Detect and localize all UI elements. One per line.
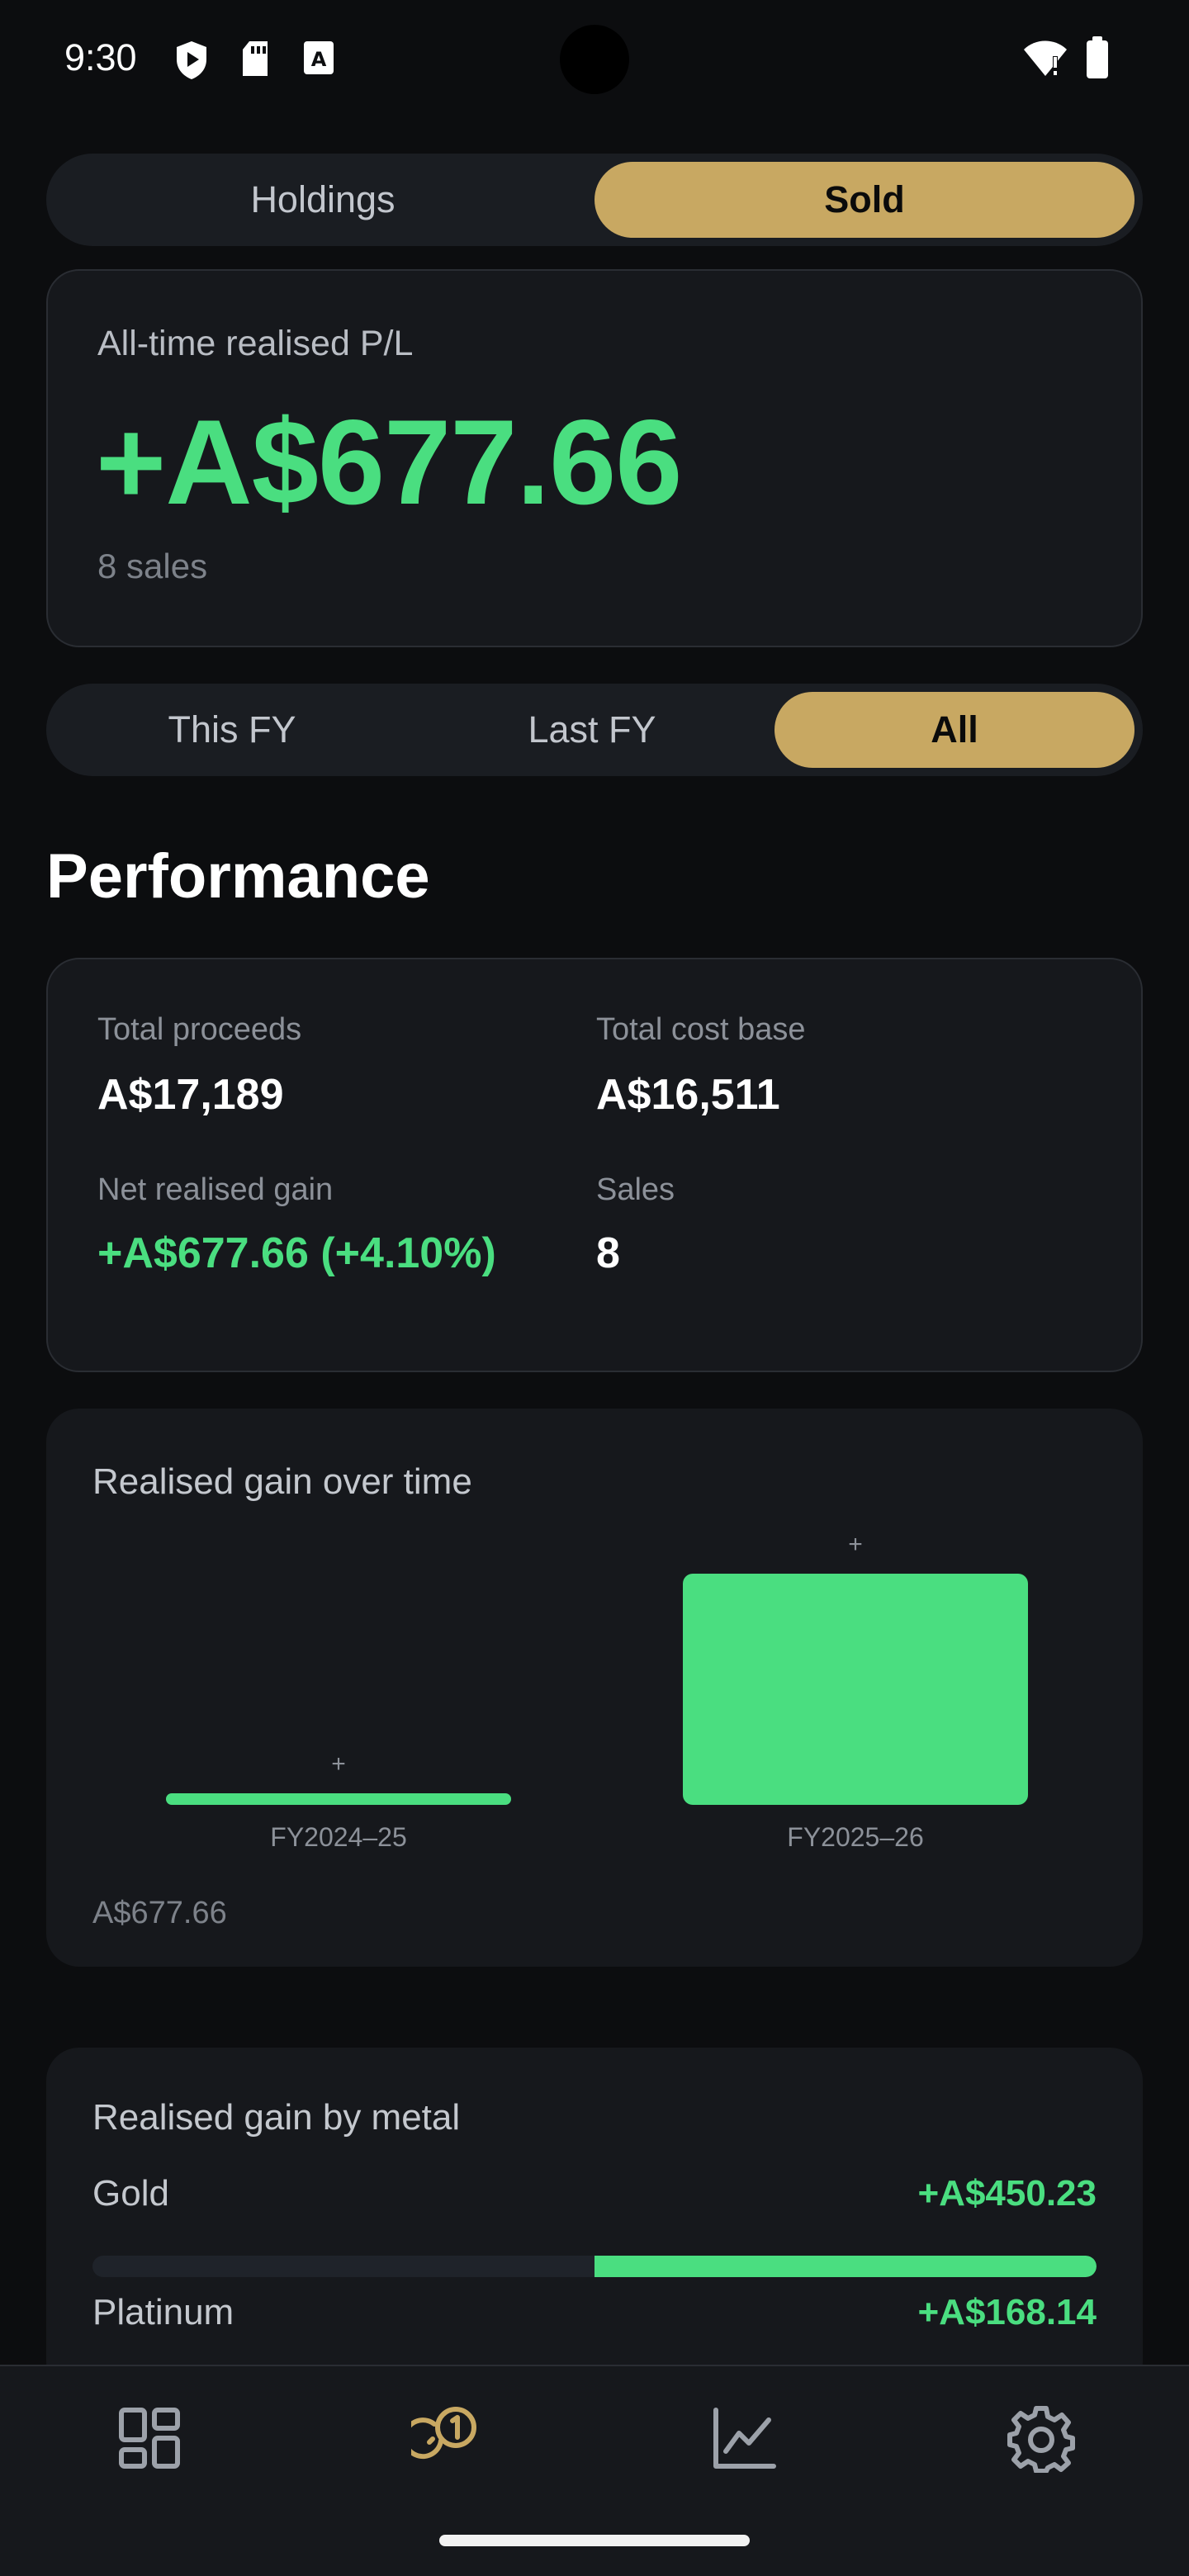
tab-this-fy[interactable]: This FY <box>54 692 410 768</box>
metal-platinum-name: Platinum <box>92 2292 234 2332</box>
period-toggle: This FY Last FY All <box>46 684 1143 776</box>
gain-by-metal-card: Realised gain by metal Gold +A$450.23 Pl… <box>46 2048 1143 2394</box>
net-realised-gain-label: Net realised gain <box>97 1172 334 1207</box>
realised-pl-value: +A$677.66 <box>96 395 682 529</box>
metal-card-title: Realised gain by metal <box>92 2097 461 2138</box>
metal-gold-bar <box>92 2256 1097 2277</box>
tab-all[interactable]: All <box>775 692 1135 768</box>
sd-card-icon <box>239 40 271 83</box>
status-time: 9:30 <box>64 36 137 78</box>
font-a-icon: A <box>302 40 335 80</box>
view-toggle: Holdings Sold <box>46 154 1143 246</box>
tab-holdings[interactable]: Holdings <box>54 162 591 238</box>
gain-tick-label-1: FY2025–26 <box>787 1822 923 1852</box>
shield-play-icon <box>173 40 210 85</box>
tab-last-fy[interactable]: Last FY <box>414 692 770 768</box>
tab-sold[interactable]: Sold <box>594 162 1135 238</box>
gain-bar-label-1: + <box>848 1531 863 1558</box>
net-realised-gain-value: +A$677.66 (+4.10%) <box>97 1229 496 1277</box>
realised-pl-card: All-time realised P/L +A$677.66 8 sales <box>46 269 1143 647</box>
camera-cutout <box>560 25 629 94</box>
total-cost-base-label: Total cost base <box>596 1012 806 1047</box>
gain-chart: + FY2024–25 + FY2025–26 <box>166 1531 1028 1852</box>
performance-title: Performance <box>46 841 430 912</box>
sold-screen: 9:30 A Holdings Sold All-time realised P… <box>0 0 1189 2576</box>
gain-bar-label-0: + <box>331 1750 346 1778</box>
home-indicator[interactable] <box>439 2535 750 2546</box>
total-proceeds-value: A$17,189 <box>97 1071 284 1119</box>
wifi-alert-icon <box>1022 38 1068 82</box>
gain-bar-0 <box>166 1793 511 1805</box>
realised-pl-label: All-time realised P/L <box>97 324 414 363</box>
metal-gold-name: Gold <box>92 2173 169 2214</box>
svg-text:A: A <box>311 48 327 71</box>
battery-icon <box>1085 36 1110 83</box>
settings-gear-icon[interactable] <box>996 2393 1087 2484</box>
dashboard-icon[interactable] <box>104 2393 195 2484</box>
gain-over-time-card: Realised gain over time + FY2024–25 + FY202… <box>46 1409 1143 1967</box>
sales-label: Sales <box>596 1172 675 1207</box>
gain-tick-label-0: FY2024–25 <box>270 1822 406 1852</box>
metal-platinum-value: +A$168.14 <box>917 2292 1097 2332</box>
metal-gold-fill <box>594 2256 1097 2277</box>
gain-chart-total: A$677.66 <box>92 1896 227 1930</box>
metal-gold-value: +A$450.23 <box>917 2173 1097 2214</box>
status-bar: 9:30 A <box>0 0 1189 124</box>
sales-count: 8 sales <box>97 547 208 585</box>
sales-value: 8 <box>596 1229 620 1277</box>
total-cost-base-value: A$16,511 <box>596 1071 780 1119</box>
gain-bar-1 <box>683 1574 1028 1805</box>
chart-line-icon[interactable] <box>699 2393 789 2484</box>
performance-card: Total proceeds A$17,189 Total cost base … <box>46 958 1143 1372</box>
total-proceeds-label: Total proceeds <box>97 1012 302 1047</box>
coins-icon[interactable] <box>401 2393 492 2484</box>
